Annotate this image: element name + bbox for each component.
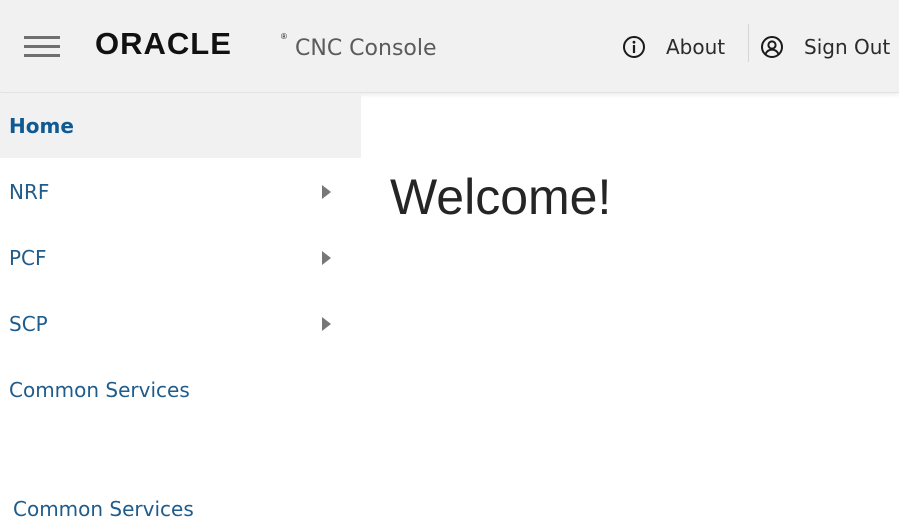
info-circle-icon: [623, 36, 645, 58]
sidebar-item-nrf[interactable]: NRF: [0, 160, 361, 224]
sidebar-item-pcf[interactable]: PCF: [0, 226, 361, 290]
sidebar-item-label: PCF: [9, 246, 47, 270]
caret-right-icon: [322, 185, 331, 199]
hamburger-bar: [24, 45, 60, 48]
sidebar-item-label: NRF: [9, 180, 50, 204]
caret-right-icon: [322, 317, 331, 331]
header-divider: [748, 24, 749, 62]
common-services-link[interactable]: Common Services: [13, 497, 194, 521]
oracle-logo: ORACLE ®: [95, 29, 287, 59]
sidebar-item-label: Home: [9, 114, 74, 138]
sidebar-item-label: Common Services: [9, 378, 190, 402]
hamburger-menu-icon[interactable]: [24, 36, 60, 58]
sidebar-item-common-services[interactable]: Common Services: [0, 358, 361, 422]
welcome-heading: Welcome!: [390, 169, 612, 225]
hamburger-bar: [24, 36, 60, 39]
caret-right-icon: [322, 251, 331, 265]
oracle-logo-text: ORACLE: [95, 29, 232, 59]
sidebar-nav: Home NRF PCF SCP Common Services: [0, 94, 361, 531]
registered-mark-icon: ®: [281, 32, 287, 41]
app-header: ORACLE ® CNC Console About Sign Out: [0, 0, 899, 93]
sign-out-label: Sign Out: [804, 35, 891, 59]
sidebar-item-scp[interactable]: SCP: [0, 292, 361, 356]
sidebar-item-label: SCP: [9, 312, 48, 336]
hamburger-bar: [24, 54, 60, 57]
about-button[interactable]: About: [622, 30, 725, 64]
user-circle-icon: [761, 36, 783, 58]
about-label: About: [666, 35, 726, 59]
sidebar-item-home[interactable]: Home: [0, 94, 361, 158]
sign-out-button[interactable]: Sign Out: [760, 30, 890, 64]
app-title: CNC Console: [295, 36, 437, 61]
